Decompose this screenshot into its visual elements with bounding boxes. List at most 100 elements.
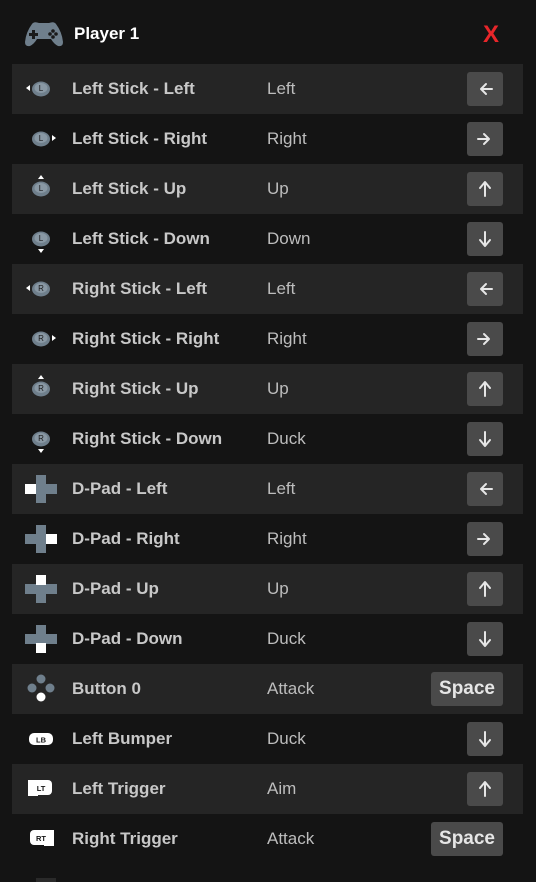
- left-stick-left-icon: L: [24, 74, 60, 104]
- action-label: Up: [267, 179, 289, 198]
- key-binding-button[interactable]: [467, 122, 503, 156]
- input-name: Left Stick - Down: [72, 229, 210, 248]
- key-binding-button[interactable]: [467, 322, 503, 356]
- arrow-up-icon: [475, 379, 495, 399]
- input-name: Right Stick - Right: [72, 329, 220, 348]
- binding-row: LB Left Bumper Duck: [12, 714, 523, 764]
- binding-row: RT Right Trigger Attack Space: [12, 814, 523, 864]
- key-binding-button[interactable]: [467, 272, 503, 306]
- svg-text:L: L: [39, 184, 44, 193]
- input-name: Left Stick - Left: [72, 79, 195, 98]
- binding-row: L Left Stick - Down Down: [12, 214, 523, 264]
- binding-row: D-Pad - Down Duck: [12, 614, 523, 664]
- arrow-right-icon: [475, 329, 495, 349]
- key-binding-button[interactable]: [467, 372, 503, 406]
- arrow-right-icon: [475, 529, 495, 549]
- key-binding-button[interactable]: [467, 222, 503, 256]
- right-trigger-icon: RT: [24, 824, 60, 854]
- arrow-down-icon: [475, 629, 495, 649]
- binding-row: D-Pad - Left Left: [12, 464, 523, 514]
- dpad-up-icon: [24, 574, 60, 604]
- left-bumper-icon: LB: [24, 724, 60, 754]
- left-stick-down-icon: L: [24, 224, 60, 254]
- action-label: Left: [267, 479, 296, 498]
- gamepad-icon: [25, 22, 63, 47]
- input-name: D-Pad - Up: [72, 579, 159, 598]
- binding-row: Button 0 Attack Space: [12, 664, 523, 714]
- arrow-down-icon: [475, 429, 495, 449]
- binding-row: R Right Stick - Left Left: [12, 264, 523, 314]
- svg-text:R: R: [38, 334, 44, 343]
- right-stick-left-icon: R: [24, 274, 60, 304]
- key-binding-button[interactable]: [467, 472, 503, 506]
- action-label: Duck: [267, 429, 306, 448]
- action-label: Duck: [267, 629, 306, 648]
- scroll-indicator: [36, 878, 56, 882]
- svg-text:L: L: [39, 134, 44, 143]
- binding-row: L Left Stick - Left Left: [12, 64, 523, 114]
- dpad-down-icon: [24, 624, 60, 654]
- right-stick-right-icon: R: [24, 324, 60, 354]
- key-binding-button[interactable]: [467, 422, 503, 456]
- key-binding-button[interactable]: [467, 772, 503, 806]
- svg-text:LB: LB: [36, 736, 47, 745]
- action-label: Down: [267, 229, 311, 248]
- key-binding-button[interactable]: [467, 522, 503, 556]
- action-label: Left: [267, 79, 296, 98]
- binding-row: LT Left Trigger Aim: [12, 764, 523, 814]
- key-binding-button[interactable]: Space: [431, 672, 503, 706]
- input-name: Left Stick - Up: [72, 179, 187, 198]
- arrow-left-icon: [475, 479, 495, 499]
- action-label: Up: [267, 579, 289, 598]
- left-stick-up-icon: L: [24, 174, 60, 204]
- right-stick-down-icon: R: [24, 424, 60, 454]
- key-binding-button[interactable]: [467, 72, 503, 106]
- action-label: Right: [267, 129, 307, 148]
- binding-row: D-Pad - Right Right: [12, 514, 523, 564]
- svg-text:RT: RT: [36, 834, 46, 843]
- svg-text:R: R: [38, 384, 44, 393]
- input-name: Left Trigger: [72, 779, 166, 798]
- binding-row: L Left Stick - Up Up: [12, 164, 523, 214]
- close-button[interactable]: X: [479, 21, 503, 49]
- key-binding-button[interactable]: [467, 572, 503, 606]
- face-button-bottom-icon: [24, 674, 60, 704]
- input-name: D-Pad - Right: [72, 529, 180, 548]
- arrow-up-icon: [475, 579, 495, 599]
- binding-row: R Right Stick - Right Right: [12, 314, 523, 364]
- input-name: D-Pad - Down: [72, 629, 183, 648]
- binding-list: L Left Stick - Left Left L Left Stick - Rig…: [12, 64, 523, 864]
- arrow-left-icon: [475, 79, 495, 99]
- input-name: Right Stick - Down: [72, 429, 223, 448]
- page-title: Player 1: [74, 24, 140, 43]
- arrow-left-icon: [475, 279, 495, 299]
- binding-row: L Left Stick - Right Right: [12, 114, 523, 164]
- right-stick-up-icon: R: [24, 374, 60, 404]
- key-binding-button[interactable]: [467, 622, 503, 656]
- key-binding-button[interactable]: Space: [431, 822, 503, 856]
- action-label: Attack: [267, 679, 315, 698]
- svg-text:R: R: [38, 434, 44, 443]
- key-binding-button[interactable]: [467, 172, 503, 206]
- action-label: Aim: [267, 779, 297, 798]
- arrow-up-icon: [475, 779, 495, 799]
- svg-text:R: R: [38, 284, 44, 293]
- header: Player 1 X: [0, 0, 536, 66]
- svg-text:L: L: [39, 234, 44, 243]
- arrow-up-icon: [475, 179, 495, 199]
- arrow-right-icon: [475, 129, 495, 149]
- action-label: Right: [267, 529, 307, 548]
- key-binding-button[interactable]: [467, 722, 503, 756]
- action-label: Up: [267, 379, 289, 398]
- arrow-down-icon: [475, 229, 495, 249]
- binding-row: R Right Stick - Down Duck: [12, 414, 523, 464]
- input-name: Left Bumper: [72, 729, 173, 748]
- input-name: Right Trigger: [72, 829, 178, 848]
- input-name: Button 0: [72, 679, 141, 698]
- action-label: Attack: [267, 829, 315, 848]
- action-label: Left: [267, 279, 296, 298]
- action-label: Right: [267, 329, 307, 348]
- input-name: Left Stick - Right: [72, 129, 208, 148]
- svg-text:LT: LT: [37, 784, 46, 793]
- binding-row: R Right Stick - Up Up: [12, 364, 523, 414]
